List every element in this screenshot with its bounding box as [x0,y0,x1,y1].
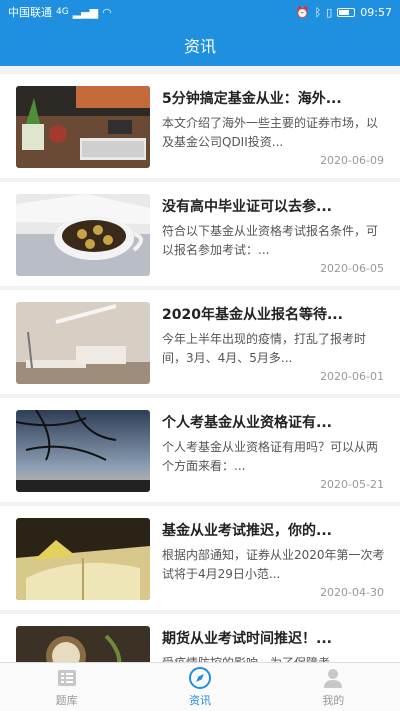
article-thumbnail [16,194,150,276]
page-title: 资讯 [183,37,216,56]
tab-label: 我的 [322,694,345,707]
tab-label: 资讯 [188,694,211,707]
article-thumbnail [16,86,150,168]
article-title: 个人考基金从业资格证有... [162,415,332,431]
article-title: 没有高中毕业证可以去参... [162,199,332,215]
article-date: 2020-06-09 [320,154,384,167]
article-item[interactable]: 个人考基金从业资格证有... 个人考基金从业资格证有用吗？可以从两个方面来看：.… [0,398,400,502]
article-title: 5分钟搞定基金从业：海外... [162,91,342,107]
status-bar: 中国联通 4G ▂▄▆ ◠ ⏰ ᛒ ▯ 09:57 [0,0,400,24]
article-title: 2020年基金从业报名等待... [162,307,343,323]
article-summary: 受疫情防控的影响，为了保障考 [162,654,386,662]
article-title: 期货从业考试时间推迟！... [162,631,332,647]
article-item[interactable]: 基金从业考试推迟，你的... 根据内部通知，证券从业2020年第一次考试将于4月… [0,506,400,610]
article-item[interactable]: 没有高中毕业证可以去参... 符合以下基金从业资格考试报名条件，可以报名参加考试… [0,182,400,286]
tab-profile[interactable]: 我的 [267,663,400,711]
wifi-icon: ◠ [102,5,112,19]
person-icon [324,669,343,688]
tab-question-bank[interactable]: 题库 [0,663,133,711]
vibrate-icon: ▯ [326,5,333,19]
article-date: 2020-05-21 [320,478,384,491]
article-thumbnail [16,410,150,492]
bluetooth-icon: ᛒ [314,5,322,19]
article-thumbnail [16,626,150,662]
article-summary: 符合以下基金从业资格考试报名条件，可以报名参加考试：... [162,224,379,257]
article-summary: 个人考基金从业资格证有用吗？可以从两个方面来看：... [162,440,379,473]
article-thumbnail [16,518,150,600]
network-label: 4G [56,7,69,17]
alarm-icon: ⏰ [295,5,310,19]
carrier-label: 中国联通 [8,6,52,19]
article-summary: 本文介绍了海外一些主要的证券市场，以及基金公司QDII投资... [162,116,379,149]
article-title: 基金从业考试推迟，你的... [162,523,332,539]
article-item[interactable]: 2020年基金从业报名等待... 今年上半年出现的疫情，打乱了报考时间，3月、4… [0,290,400,394]
article-date: 2020-06-01 [320,370,384,383]
tab-news[interactable]: 资讯 [133,663,266,711]
clock-time: 09:57 [360,5,392,19]
article-date: 2020-06-05 [320,262,384,275]
app-bar: 资讯 [0,24,400,66]
article-thumbnail [16,302,150,384]
article-item[interactable]: 期货从业考试时间推迟！... 受疫情防控的影响，为了保障考 [0,614,400,662]
battery-icon [337,7,356,17]
tab-label: 题库 [55,694,78,707]
bottom-tab-bar: 题库 资讯 我的 [0,662,400,711]
compass-icon [188,667,211,689]
article-summary: 根据内部通知，证券从业2020年第一次考试将于4月29日小范... [162,548,385,581]
signal-icon: ▂▄▆ [72,5,99,19]
article-list[interactable]: 5分钟搞定基金从业：海外... 本文介绍了海外一些主要的证券市场，以及基金公司Q… [0,66,400,662]
question-bank-icon [57,670,76,686]
article-item[interactable]: 5分钟搞定基金从业：海外... 本文介绍了海外一些主要的证券市场，以及基金公司Q… [0,74,400,178]
article-date: 2020-04-30 [320,586,384,599]
article-summary: 今年上半年出现的疫情，打乱了报考时间，3月、4月、5月多... [162,332,367,365]
